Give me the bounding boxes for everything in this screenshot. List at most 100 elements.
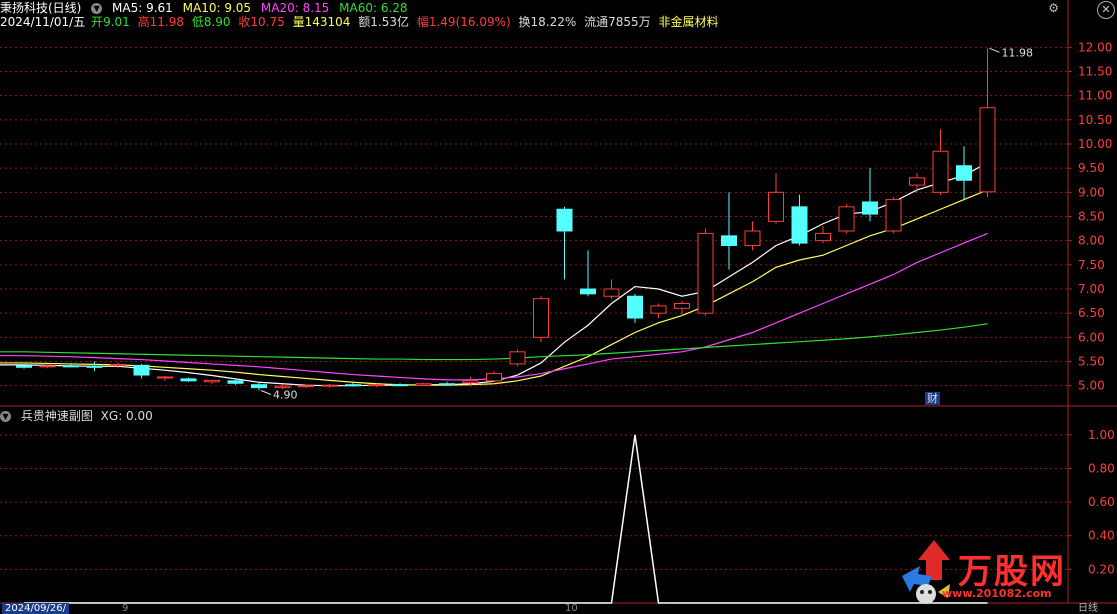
bottom-month-marker: 10 <box>565 603 578 614</box>
candle-body <box>368 384 385 387</box>
price-tick-label: 7.50 <box>1078 258 1105 272</box>
candle-body <box>16 365 32 368</box>
candle-body <box>909 177 925 186</box>
candle-body <box>979 107 996 193</box>
candle-body <box>227 380 244 384</box>
low-label: 低 <box>191 15 204 29</box>
low-value: 8.90 <box>203 15 231 29</box>
candle-body <box>274 385 291 389</box>
candle-body <box>180 378 197 382</box>
quote-info-bar: 2024/11/01/五 开9.01 高11.98 低8.90 收10.75 量… <box>0 15 724 29</box>
price-tick-label: 12.00 <box>1078 40 1112 54</box>
candle-body <box>298 385 314 388</box>
ma-line-ma5 <box>0 162 988 387</box>
ma5-label: MA5: 9.61 <box>112 1 173 15</box>
chevron-down-icon[interactable]: ▼ <box>91 3 103 14</box>
price-tick-label: 10.00 <box>1078 137 1112 151</box>
candle-body <box>674 303 690 309</box>
candle-body <box>885 199 902 232</box>
watermark-url: www.201082.com <box>942 587 1052 600</box>
high-value: 11.98 <box>149 15 184 29</box>
candle-body <box>63 365 79 368</box>
candle-body <box>509 351 526 365</box>
candle-body <box>415 383 432 386</box>
price-tick-label: 8.00 <box>1078 234 1105 248</box>
chevron-down-icon[interactable]: ▼ <box>0 411 11 422</box>
candle-body <box>956 165 972 181</box>
amount-label: 额 <box>358 15 371 29</box>
candle-body <box>110 363 126 366</box>
candle-body <box>862 201 878 215</box>
xg-line <box>24 434 988 604</box>
price-tick-label: 6.00 <box>1078 330 1105 344</box>
price-tick-label: 6.50 <box>1078 306 1105 320</box>
price-tick-label: 8.50 <box>1078 210 1105 224</box>
candle-body <box>462 380 479 384</box>
candle-body <box>791 206 808 244</box>
ma-line-ma60 <box>0 323 988 361</box>
price-tick-label: 9.00 <box>1078 185 1105 199</box>
high-price-label: 11.98 <box>1002 46 1034 59</box>
amount-value: 1.53亿 <box>370 15 409 29</box>
ma-line-ma20 <box>0 232 988 381</box>
indicator-tick-label: 0.60 <box>1088 495 1115 509</box>
indicator-tick-label: 0.40 <box>1088 529 1115 543</box>
sub-chart-header: ▼ 兵贵神速副图 XG: 0.00 <box>0 409 159 423</box>
candle-body <box>439 383 455 386</box>
candle-body <box>321 384 338 387</box>
settings-icon[interactable]: ⚙ <box>1048 1 1059 15</box>
candle-body <box>533 298 549 338</box>
price-tick-label: 11.00 <box>1078 89 1112 103</box>
candle-body <box>815 232 831 242</box>
candle-body <box>603 288 620 297</box>
low-price-label: 4.90 <box>273 389 298 402</box>
bottom-month-marker: 9 <box>122 603 129 614</box>
sector-label[interactable]: 非金属材料 <box>658 15 718 29</box>
candle-body <box>251 384 267 389</box>
candle-body <box>345 384 361 387</box>
price-tick-label: 5.00 <box>1078 379 1105 393</box>
price-tick-label: 5.50 <box>1078 355 1105 369</box>
close-icon[interactable]: ✕ <box>1097 1 1115 19</box>
ma60-label: MA60: 6.28 <box>339 1 408 15</box>
price-tick-label: 7.00 <box>1078 282 1105 296</box>
price-tick-label: 9.50 <box>1078 161 1105 175</box>
change-label: 幅 <box>416 15 429 29</box>
watermark-text: 万股网 <box>958 552 1066 592</box>
candle-body <box>133 364 150 376</box>
low-marker-arrow <box>260 390 272 395</box>
candle-body <box>204 379 220 383</box>
candle-body <box>744 230 761 246</box>
candle-body <box>392 384 408 387</box>
kline-chart[interactable]: 12.00 11.50 11.00 10.50 10.00 9.50 9.00 8.50 8.0… <box>0 0 1117 614</box>
high-label: 高 <box>137 15 150 29</box>
finance-badge[interactable]: 财 <box>925 392 940 405</box>
indicator-tick-label: 0.20 <box>1088 562 1115 576</box>
candle-body <box>721 235 737 246</box>
period-label[interactable]: 日线 <box>1078 603 1098 614</box>
stock-title[interactable]: 秉扬科技(日线) <box>0 1 81 15</box>
ma20-label: MA20: 8.15 <box>260 1 330 15</box>
turnover-value: 换18.22% <box>518 15 577 29</box>
volume-label: 量 <box>292 15 305 29</box>
candle-body <box>627 295 643 319</box>
sub-chart-title[interactable]: 兵贵神速副图 <box>21 409 93 423</box>
candle-body <box>580 288 596 295</box>
close-label: 收 <box>238 15 251 29</box>
main-chart-header: 秉扬科技(日线) ▼ MA5: 9.61 MA10: 9.05 MA20: 8.… <box>0 1 414 15</box>
bottom-date-label: 2024/09/26/ <box>2 603 70 614</box>
candle-body <box>86 365 103 368</box>
candle-body <box>932 150 949 193</box>
change-value: 1.49(16.09%) <box>428 15 511 29</box>
open-label: 开 <box>91 15 104 29</box>
candle-body <box>39 365 56 368</box>
quote-date: 2024/11/01/五 <box>0 15 86 29</box>
candle-body <box>650 305 667 314</box>
candle-body <box>697 232 714 314</box>
float-shares-value: 流通7855万 <box>584 15 651 29</box>
indicator-tick-label: 1.00 <box>1088 428 1115 442</box>
candle-body <box>556 208 573 232</box>
candle-body <box>768 191 784 222</box>
close-value: 10.75 <box>250 15 285 29</box>
high-marker-arrow <box>989 47 1000 53</box>
